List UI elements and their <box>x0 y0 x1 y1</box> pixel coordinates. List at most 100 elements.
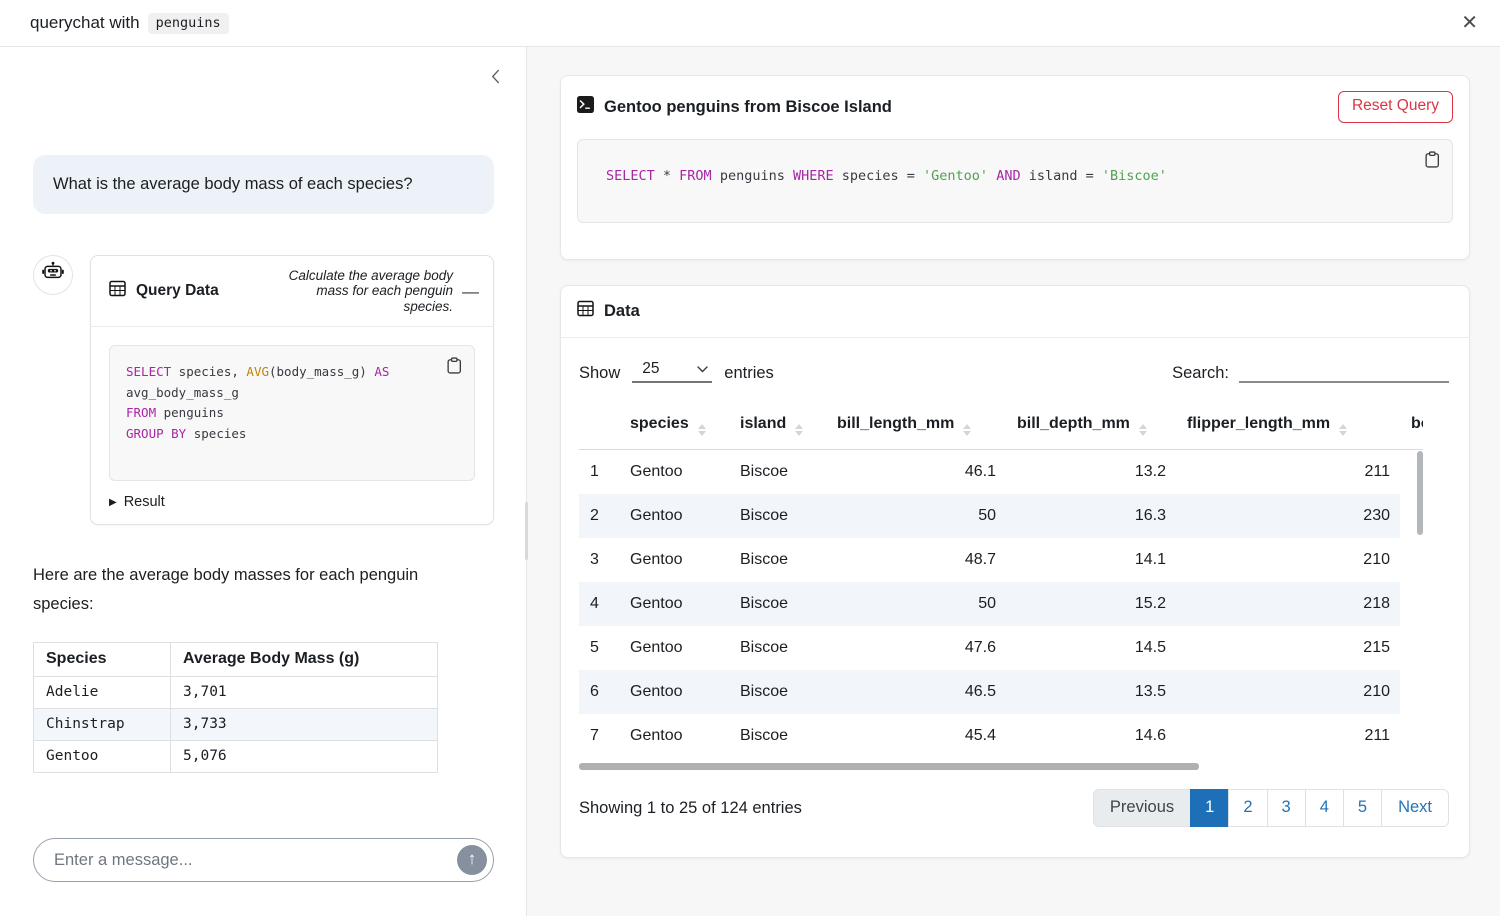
result-disclosure[interactable]: ▶ Result <box>109 494 475 510</box>
show-label: Show <box>579 364 620 383</box>
page-length-value: 25 <box>642 360 659 378</box>
answer-table-row: Gentoo5,076 <box>34 741 438 773</box>
table-icon <box>577 300 594 322</box>
data-card: Data Show 25 entries Search: <box>560 285 1470 858</box>
collapse-card-button[interactable]: — <box>462 283 479 300</box>
terminal-icon <box>577 96 594 118</box>
data-card-header: Data <box>561 286 1469 338</box>
sort-arrows-icon <box>1339 424 1347 436</box>
prev-button[interactable]: Previous <box>1093 789 1191 827</box>
dataset-chip: penguins <box>148 13 229 34</box>
app-title: querychat with <box>30 13 140 33</box>
chat-input-row: ↑ <box>33 838 494 882</box>
sort-arrows-icon <box>795 424 803 436</box>
column-header-species[interactable]: species <box>619 403 729 450</box>
tool-card-title: Query Data <box>109 280 219 302</box>
data-table: speciesislandbill_length_mmbill_depth_mm… <box>579 403 1423 758</box>
column-header-bill_depth_mm[interactable]: bill_depth_mm <box>1006 403 1176 450</box>
robot-icon <box>41 260 65 289</box>
page-button-5[interactable]: 5 <box>1343 789 1382 827</box>
table-footer: Showing 1 to 25 of 124 entries Previous1… <box>561 772 1469 853</box>
page-length-control: Show 25 entries <box>579 360 774 383</box>
horizontal-scrollbar[interactable] <box>579 763 1199 770</box>
assistant-message: Query Data Calculate the average body ma… <box>33 255 494 526</box>
sort-arrows-icon <box>698 424 706 436</box>
assistant-answer-text: Here are the average body masses for eac… <box>33 561 443 619</box>
next-button[interactable]: Next <box>1381 789 1449 827</box>
reset-query-button[interactable]: Reset Query <box>1338 91 1453 123</box>
table-row: 5GentooBiscoe47.614.5215 <box>579 626 1423 670</box>
close-icon[interactable]: ✕ <box>1461 13 1478 33</box>
current-query-card: Gentoo penguins from Biscoe Island Reset… <box>560 75 1470 260</box>
sort-arrows-icon <box>963 424 971 436</box>
chevron-down-icon <box>697 360 708 378</box>
workspace: What is the average body mass of each sp… <box>0 47 1500 916</box>
search-label: Search: <box>1172 364 1229 383</box>
copy-icon[interactable] <box>1423 149 1442 173</box>
table-search-control: Search: <box>1172 359 1449 383</box>
column-header-index <box>579 403 619 450</box>
query-card-title: Gentoo penguins from Biscoe Island <box>577 96 892 118</box>
page-button-2[interactable]: 2 <box>1228 789 1267 827</box>
page-button-3[interactable]: 3 <box>1267 789 1306 827</box>
data-table-header-row: speciesislandbill_length_mmbill_depth_mm… <box>579 403 1423 450</box>
tool-call-card: Query Data Calculate the average body ma… <box>90 255 494 526</box>
answer-table-row: Adelie3,701 <box>34 677 438 709</box>
column-header-body_mass_g[interactable]: body_mass_g <box>1400 403 1423 450</box>
bot-avatar <box>33 255 73 295</box>
chat-message-input[interactable] <box>33 838 494 882</box>
chat-sidebar: What is the average body mass of each sp… <box>0 47 527 916</box>
table-row: 2GentooBiscoe5016.3230 <box>579 494 1423 538</box>
column-header-island[interactable]: island <box>729 403 826 450</box>
tool-card-subtitle: Calculate the average body mass for each… <box>268 268 453 315</box>
table-row: 6GentooBiscoe46.513.5210 <box>579 670 1423 714</box>
user-message: What is the average body mass of each sp… <box>33 155 494 214</box>
table-search-input[interactable] <box>1239 359 1449 383</box>
tool-card-body: SELECT species, AVG(body_mass_g) ASavg_b… <box>91 327 493 524</box>
vertical-scrollbar[interactable] <box>1417 451 1423 535</box>
table-info: Showing 1 to 25 of 124 entries <box>579 799 802 818</box>
answer-column-header: Species <box>34 643 171 677</box>
page-button-4[interactable]: 4 <box>1305 789 1344 827</box>
table-row: 7GentooBiscoe45.414.6211 <box>579 714 1423 758</box>
sidebar-resize-handle[interactable] <box>525 502 528 560</box>
column-header-flipper_length_mm[interactable]: flipper_length_mm <box>1176 403 1400 450</box>
triangle-right-icon: ▶ <box>109 497 117 508</box>
table-row: 1GentooBiscoe46.113.2211 <box>579 450 1423 495</box>
page-title: querychat with penguins <box>30 13 229 34</box>
tool-card-header: Query Data Calculate the average body ma… <box>91 256 493 328</box>
chevron-left-icon <box>489 72 502 87</box>
query-card-title-text: Gentoo penguins from Biscoe Island <box>604 98 892 117</box>
tool-card-title-text: Query Data <box>136 282 219 300</box>
collapse-sidebar-button[interactable] <box>485 65 506 91</box>
page-length-select[interactable]: 25 <box>632 360 712 383</box>
answer-table: SpeciesAverage Body Mass (g) Adelie3,701… <box>33 642 438 773</box>
sql-code-left: SELECT species, AVG(body_mass_g) ASavg_b… <box>126 364 389 441</box>
page-button-1[interactable]: 1 <box>1190 789 1229 827</box>
query-card-header: Gentoo penguins from Biscoe Island Reset… <box>577 91 1453 123</box>
copy-icon[interactable] <box>445 355 464 379</box>
answer-table-header-row: SpeciesAverage Body Mass (g) <box>34 643 438 677</box>
data-table-body: 1GentooBiscoe46.113.22112GentooBiscoe501… <box>579 450 1423 759</box>
data-table-scroll-area: speciesislandbill_length_mmbill_depth_mm… <box>579 403 1423 772</box>
table-row: 3GentooBiscoe48.714.1210 <box>579 538 1423 582</box>
result-label: Result <box>124 494 165 510</box>
main-panel: Gentoo penguins from Biscoe Island Reset… <box>527 47 1500 916</box>
current-sql-block: SELECT * FROM penguins WHERE species = '… <box>577 139 1453 223</box>
sql-code-right: SELECT * FROM penguins WHERE species = '… <box>606 168 1167 184</box>
data-card-title-text: Data <box>604 302 640 321</box>
table-icon <box>109 280 126 302</box>
titlebar: querychat with penguins ✕ <box>0 0 1500 47</box>
table-row: 4GentooBiscoe5015.2218 <box>579 582 1423 626</box>
answer-table-row: Chinstrap3,733 <box>34 709 438 741</box>
sort-arrows-icon <box>1139 424 1147 436</box>
answer-column-header: Average Body Mass (g) <box>171 643 438 677</box>
entries-label: entries <box>724 364 774 383</box>
sql-code-block: SELECT species, AVG(body_mass_g) ASavg_b… <box>109 345 475 481</box>
column-header-bill_length_mm[interactable]: bill_length_mm <box>826 403 1006 450</box>
answer-table-body: Adelie3,701Chinstrap3,733Gentoo5,076 <box>34 677 438 773</box>
send-button[interactable]: ↑ <box>457 845 487 875</box>
pagination: Previous12345Next <box>1093 789 1449 827</box>
arrow-up-icon: ↑ <box>468 849 477 869</box>
table-controls: Show 25 entries Search: <box>561 338 1469 389</box>
